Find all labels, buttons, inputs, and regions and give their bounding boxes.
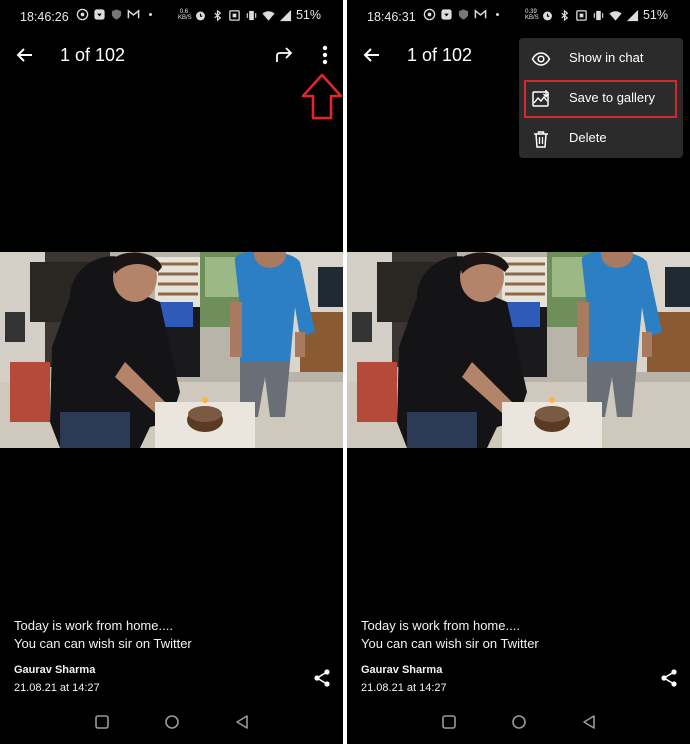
network-speed-icon: 0.39 KB/S xyxy=(524,9,539,21)
message-caption: Today is work from home.... You can can … xyxy=(361,617,539,653)
notification-icons xyxy=(423,8,504,21)
system-icons: 0.6 KB/S 51% xyxy=(178,8,321,22)
caption-line-1: Today is work from home.... xyxy=(14,618,173,633)
more-options-icon[interactable] xyxy=(314,42,336,68)
whatsapp-icon xyxy=(423,8,436,21)
battery-percent: 51% xyxy=(642,8,668,22)
status-time: 18:46:31 xyxy=(367,10,416,24)
system-nav-bar xyxy=(347,708,690,736)
trash-icon xyxy=(534,131,548,148)
message-date: 21.08.21 at 14:27 xyxy=(361,682,447,694)
signal-icon xyxy=(626,9,639,21)
vibrate-icon xyxy=(593,10,604,20)
media-counter: 1 of 102 xyxy=(407,45,473,65)
highlight-box-annotation xyxy=(524,80,677,118)
gmail-icon xyxy=(127,9,140,19)
nfc-icon xyxy=(229,9,240,21)
more-notifications-icon xyxy=(149,13,152,16)
recents-icon[interactable] xyxy=(94,714,110,730)
left-screen: 18:46:26 0.6 KB/S 51% 1 of 102 Today is … xyxy=(0,0,343,744)
alarm-icon xyxy=(196,11,205,20)
bluetooth-icon xyxy=(214,9,222,21)
media-counter: 1 of 102 xyxy=(60,45,126,65)
gmail-icon xyxy=(474,9,487,19)
menu-item-show-in-chat[interactable]: Show in chat xyxy=(519,40,683,76)
wifi-icon xyxy=(609,10,622,21)
eye-icon xyxy=(531,52,551,66)
office-photo-image xyxy=(347,252,690,448)
shield-icon xyxy=(458,9,469,20)
caption-line-1: Today is work from home.... xyxy=(361,618,520,633)
status-time: 18:46:26 xyxy=(20,10,69,24)
media-photo[interactable] xyxy=(347,252,690,448)
menu-item-label: Show in chat xyxy=(569,50,644,65)
network-speed-icon: 0.6 KB/S xyxy=(177,9,192,21)
whatsapp-icon xyxy=(76,8,89,21)
nav-back-icon[interactable] xyxy=(234,714,250,730)
home-icon[interactable] xyxy=(511,714,527,730)
share-icon[interactable] xyxy=(659,668,679,688)
system-nav-bar xyxy=(0,708,343,736)
app-icon xyxy=(441,9,452,20)
menu-item-label: Delete xyxy=(569,130,607,145)
sender-name: Gaurav Sharma xyxy=(14,664,96,676)
vibrate-icon xyxy=(246,10,257,20)
alarm-icon xyxy=(543,11,552,20)
share-icon[interactable] xyxy=(312,668,332,688)
media-photo[interactable] xyxy=(0,252,343,448)
forward-icon[interactable] xyxy=(272,44,296,68)
nfc-icon xyxy=(576,9,587,21)
message-date: 21.08.21 at 14:27 xyxy=(14,682,100,694)
sender-name: Gaurav Sharma xyxy=(361,664,443,676)
bluetooth-icon xyxy=(561,9,569,21)
message-caption: Today is work from home.... You can can … xyxy=(14,617,192,653)
menu-item-delete[interactable]: Delete xyxy=(519,120,683,156)
nav-back-icon[interactable] xyxy=(581,714,597,730)
app-icon xyxy=(94,9,105,20)
office-photo-image xyxy=(0,252,343,448)
back-arrow-icon[interactable] xyxy=(359,42,385,68)
home-icon[interactable] xyxy=(164,714,180,730)
signal-icon xyxy=(279,9,292,21)
caption-line-2: You can can wish sir on Twitter xyxy=(14,636,192,651)
caption-line-2: You can can wish sir on Twitter xyxy=(361,636,539,651)
shield-icon xyxy=(111,9,122,20)
system-icons: 0.39 KB/S 51% xyxy=(525,8,668,22)
back-arrow-icon[interactable] xyxy=(12,42,38,68)
battery-percent: 51% xyxy=(295,8,321,22)
notification-icons xyxy=(76,8,157,21)
wifi-icon xyxy=(262,10,275,21)
status-bar: 18:46:31 0.39 KB/S 51% xyxy=(347,0,690,34)
pointer-arrow-annotation xyxy=(301,73,343,120)
more-notifications-icon xyxy=(496,13,499,16)
recents-icon[interactable] xyxy=(441,714,457,730)
status-bar: 18:46:26 0.6 KB/S 51% xyxy=(0,0,343,34)
viewer-toolbar: 1 of 102 xyxy=(0,36,343,74)
